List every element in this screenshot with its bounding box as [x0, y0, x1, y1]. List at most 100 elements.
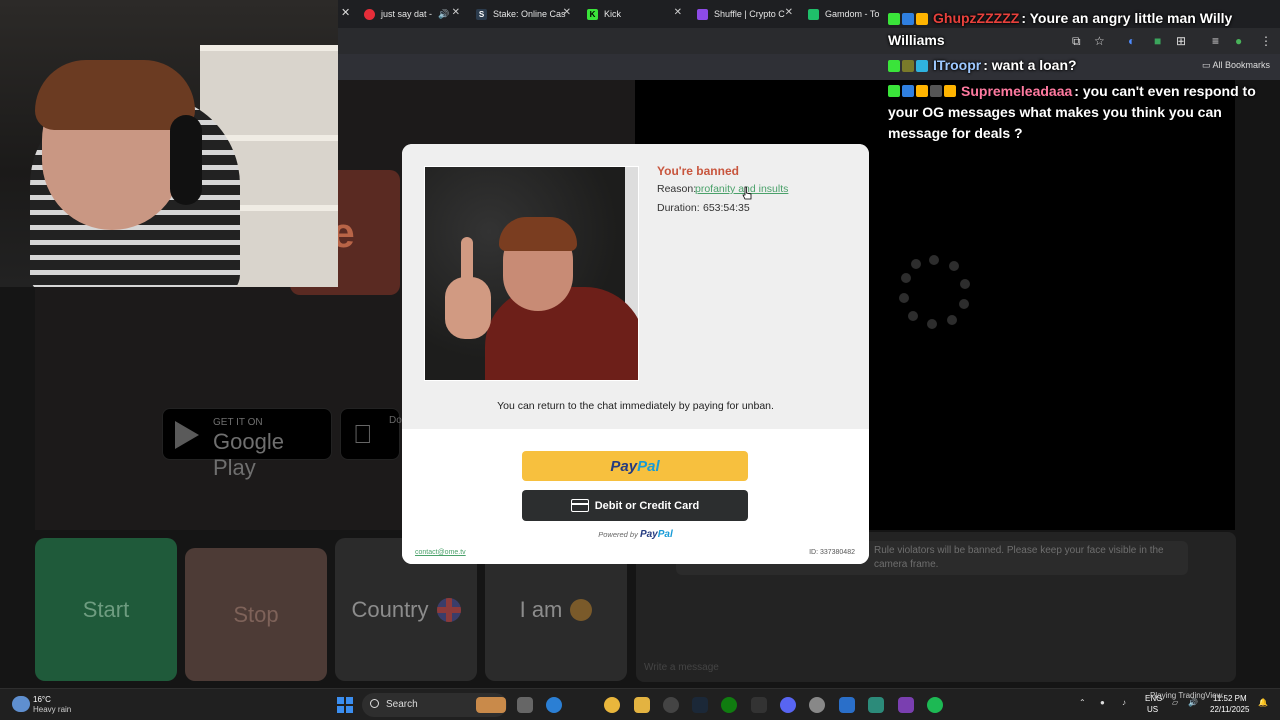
country-label: Country	[351, 596, 429, 622]
tab-title: Kick	[604, 9, 622, 19]
chat-badges	[888, 81, 958, 102]
chat-message: Supremeleadaaa: you can't even respond t…	[888, 81, 1273, 145]
clock-date[interactable]: 22/11/2025	[1210, 705, 1249, 714]
app-icon[interactable]	[868, 697, 884, 713]
app-store-small-text: Do	[389, 415, 402, 426]
search-icon	[370, 699, 379, 708]
close-tab-icon[interactable]: ✕	[563, 7, 571, 18]
close-tab-icon[interactable]: ✕	[452, 7, 460, 18]
duration-label: Duration:	[657, 202, 700, 214]
streamer-hair	[35, 60, 195, 130]
search-label: Search	[386, 699, 418, 710]
chat-message: ITroopr: want a loan?	[888, 55, 1273, 77]
weather-condition[interactable]: Heavy rain	[33, 705, 71, 714]
unban-instructions: You can return to the chat immediately b…	[497, 400, 774, 412]
edge-icon[interactable]	[546, 697, 562, 713]
chrome-icon[interactable]	[604, 697, 620, 713]
tab-title: Gamdom - To	[825, 9, 880, 19]
google-play-icon	[175, 421, 199, 449]
stream-chat-overlay: GhupzZZZZZ: Youre an angry little man Wi…	[888, 8, 1273, 148]
message-input[interactable]: Write a message	[644, 662, 719, 673]
chat-message: GhupzZZZZZ: Youre an angry little man Wi…	[888, 8, 1273, 51]
steam-icon[interactable]	[692, 697, 708, 713]
close-tab-icon[interactable]: ✕	[341, 6, 350, 19]
youtube-icon	[364, 8, 375, 20]
contact-email-link[interactable]: contact@ome.tv	[415, 549, 466, 556]
store-icon[interactable]	[839, 697, 855, 713]
notification-bell-icon[interactable]: 🔔	[1258, 698, 1268, 707]
powered-pay: Pay	[639, 529, 658, 540]
search-highlight-icon	[476, 697, 506, 713]
paypal-logo-pal: Pal	[637, 457, 660, 475]
duration-value: 653:54:35	[703, 202, 750, 214]
paypal-logo-pay: Pay	[610, 457, 638, 475]
shelf-board	[200, 45, 338, 51]
ban-modal: You're banned Reason: profanity and insu…	[402, 144, 869, 564]
app-store-badge[interactable]:  Do	[340, 408, 402, 460]
tab-youtube[interactable]: just say dat - 🔊 ✕	[364, 3, 460, 25]
temperature[interactable]: 16°C	[33, 695, 51, 704]
gamdom-icon	[808, 8, 819, 20]
tab-gamdom[interactable]: Gamdom - To	[808, 3, 883, 25]
spotify-icon[interactable]	[927, 697, 943, 713]
weather-icon[interactable]	[12, 696, 30, 712]
credit-card-icon	[570, 499, 589, 512]
app-icon[interactable]	[898, 697, 914, 713]
tab-title: Stake: Online Cas	[493, 9, 566, 19]
hand-cursor-icon	[742, 186, 752, 200]
uk-flag-icon	[436, 597, 461, 622]
ban-snapshot-image	[424, 166, 639, 381]
chat-text: : want a loan?	[983, 56, 1077, 73]
apple-icon: 	[353, 419, 373, 450]
tab-title: Shuffle | Crypto C	[714, 9, 785, 19]
chevron-up-icon[interactable]: ⌃	[1079, 698, 1086, 707]
powered-pal: Pal	[657, 529, 673, 540]
stake-icon: S	[476, 8, 487, 20]
speaker-icon[interactable]: 🔊	[438, 9, 449, 20]
discord-icon[interactable]	[780, 697, 796, 713]
chat-username: ITroopr	[933, 56, 982, 73]
now-playing-tooltip: Playing TradingView	[1150, 691, 1223, 700]
headset	[170, 115, 202, 205]
person-emoji-icon	[570, 598, 593, 621]
windows-taskbar: 16°C Heavy rain Search ⌃ ● ♪ ENG US ▱ 🔊 …	[0, 688, 1280, 720]
xbox-icon[interactable]	[721, 697, 737, 713]
card-button-label: Debit or Credit Card	[594, 499, 700, 512]
tab-shuffle[interactable]: Shuffle | Crypto C ✕	[697, 3, 793, 25]
windows-start-icon[interactable]	[337, 697, 353, 713]
stop-button[interactable]: Stop	[185, 548, 327, 681]
tab-kick[interactable]: K Kick ✕	[587, 3, 682, 25]
epic-games-icon[interactable]	[751, 697, 767, 713]
ban-title: You're banned	[657, 164, 739, 178]
tab-stake[interactable]: S Stake: Online Cas ✕	[476, 3, 571, 25]
settings-icon[interactable]	[809, 697, 825, 713]
powered-by-paypal: Powered by PayPal	[402, 529, 869, 540]
close-tab-icon[interactable]: ✕	[785, 7, 793, 18]
chat-username: GhupzZZZZZ	[933, 10, 1020, 26]
chat-badges	[888, 9, 930, 30]
loading-spinner	[897, 255, 971, 329]
streamer-webcam	[0, 0, 338, 287]
chat-username: Supremeleadaaa	[961, 82, 1073, 99]
debit-credit-card-button[interactable]: Debit or Credit Card	[522, 490, 748, 521]
stop-label: Stop	[233, 601, 279, 627]
kick-icon: K	[587, 8, 598, 20]
google-play-badge[interactable]: GET IT ON Google Play	[162, 408, 332, 480]
ban-id: ID: 337380482	[809, 549, 855, 556]
file-explorer-icon[interactable]	[634, 697, 650, 713]
app-icon[interactable]	[663, 697, 679, 713]
microphone-icon[interactable]: ♪	[1122, 698, 1126, 707]
paypal-button[interactable]: Pay Pal	[522, 451, 748, 481]
shuffle-icon	[697, 8, 708, 20]
tray-icon[interactable]: ●	[1100, 698, 1105, 707]
chat-badges	[888, 56, 930, 77]
start-button[interactable]: Start	[35, 538, 177, 681]
i-am-label: I am	[519, 596, 563, 622]
start-label: Start	[82, 596, 130, 622]
close-tab-icon[interactable]: ✕	[674, 7, 682, 18]
keyboard-layout[interactable]: US	[1147, 705, 1158, 714]
google-play-small-text: GET IT ON	[213, 417, 263, 428]
task-view-icon[interactable]	[517, 697, 533, 713]
reason-label: Reason:	[657, 183, 697, 195]
google-play-large-text: Google Play	[213, 429, 284, 480]
